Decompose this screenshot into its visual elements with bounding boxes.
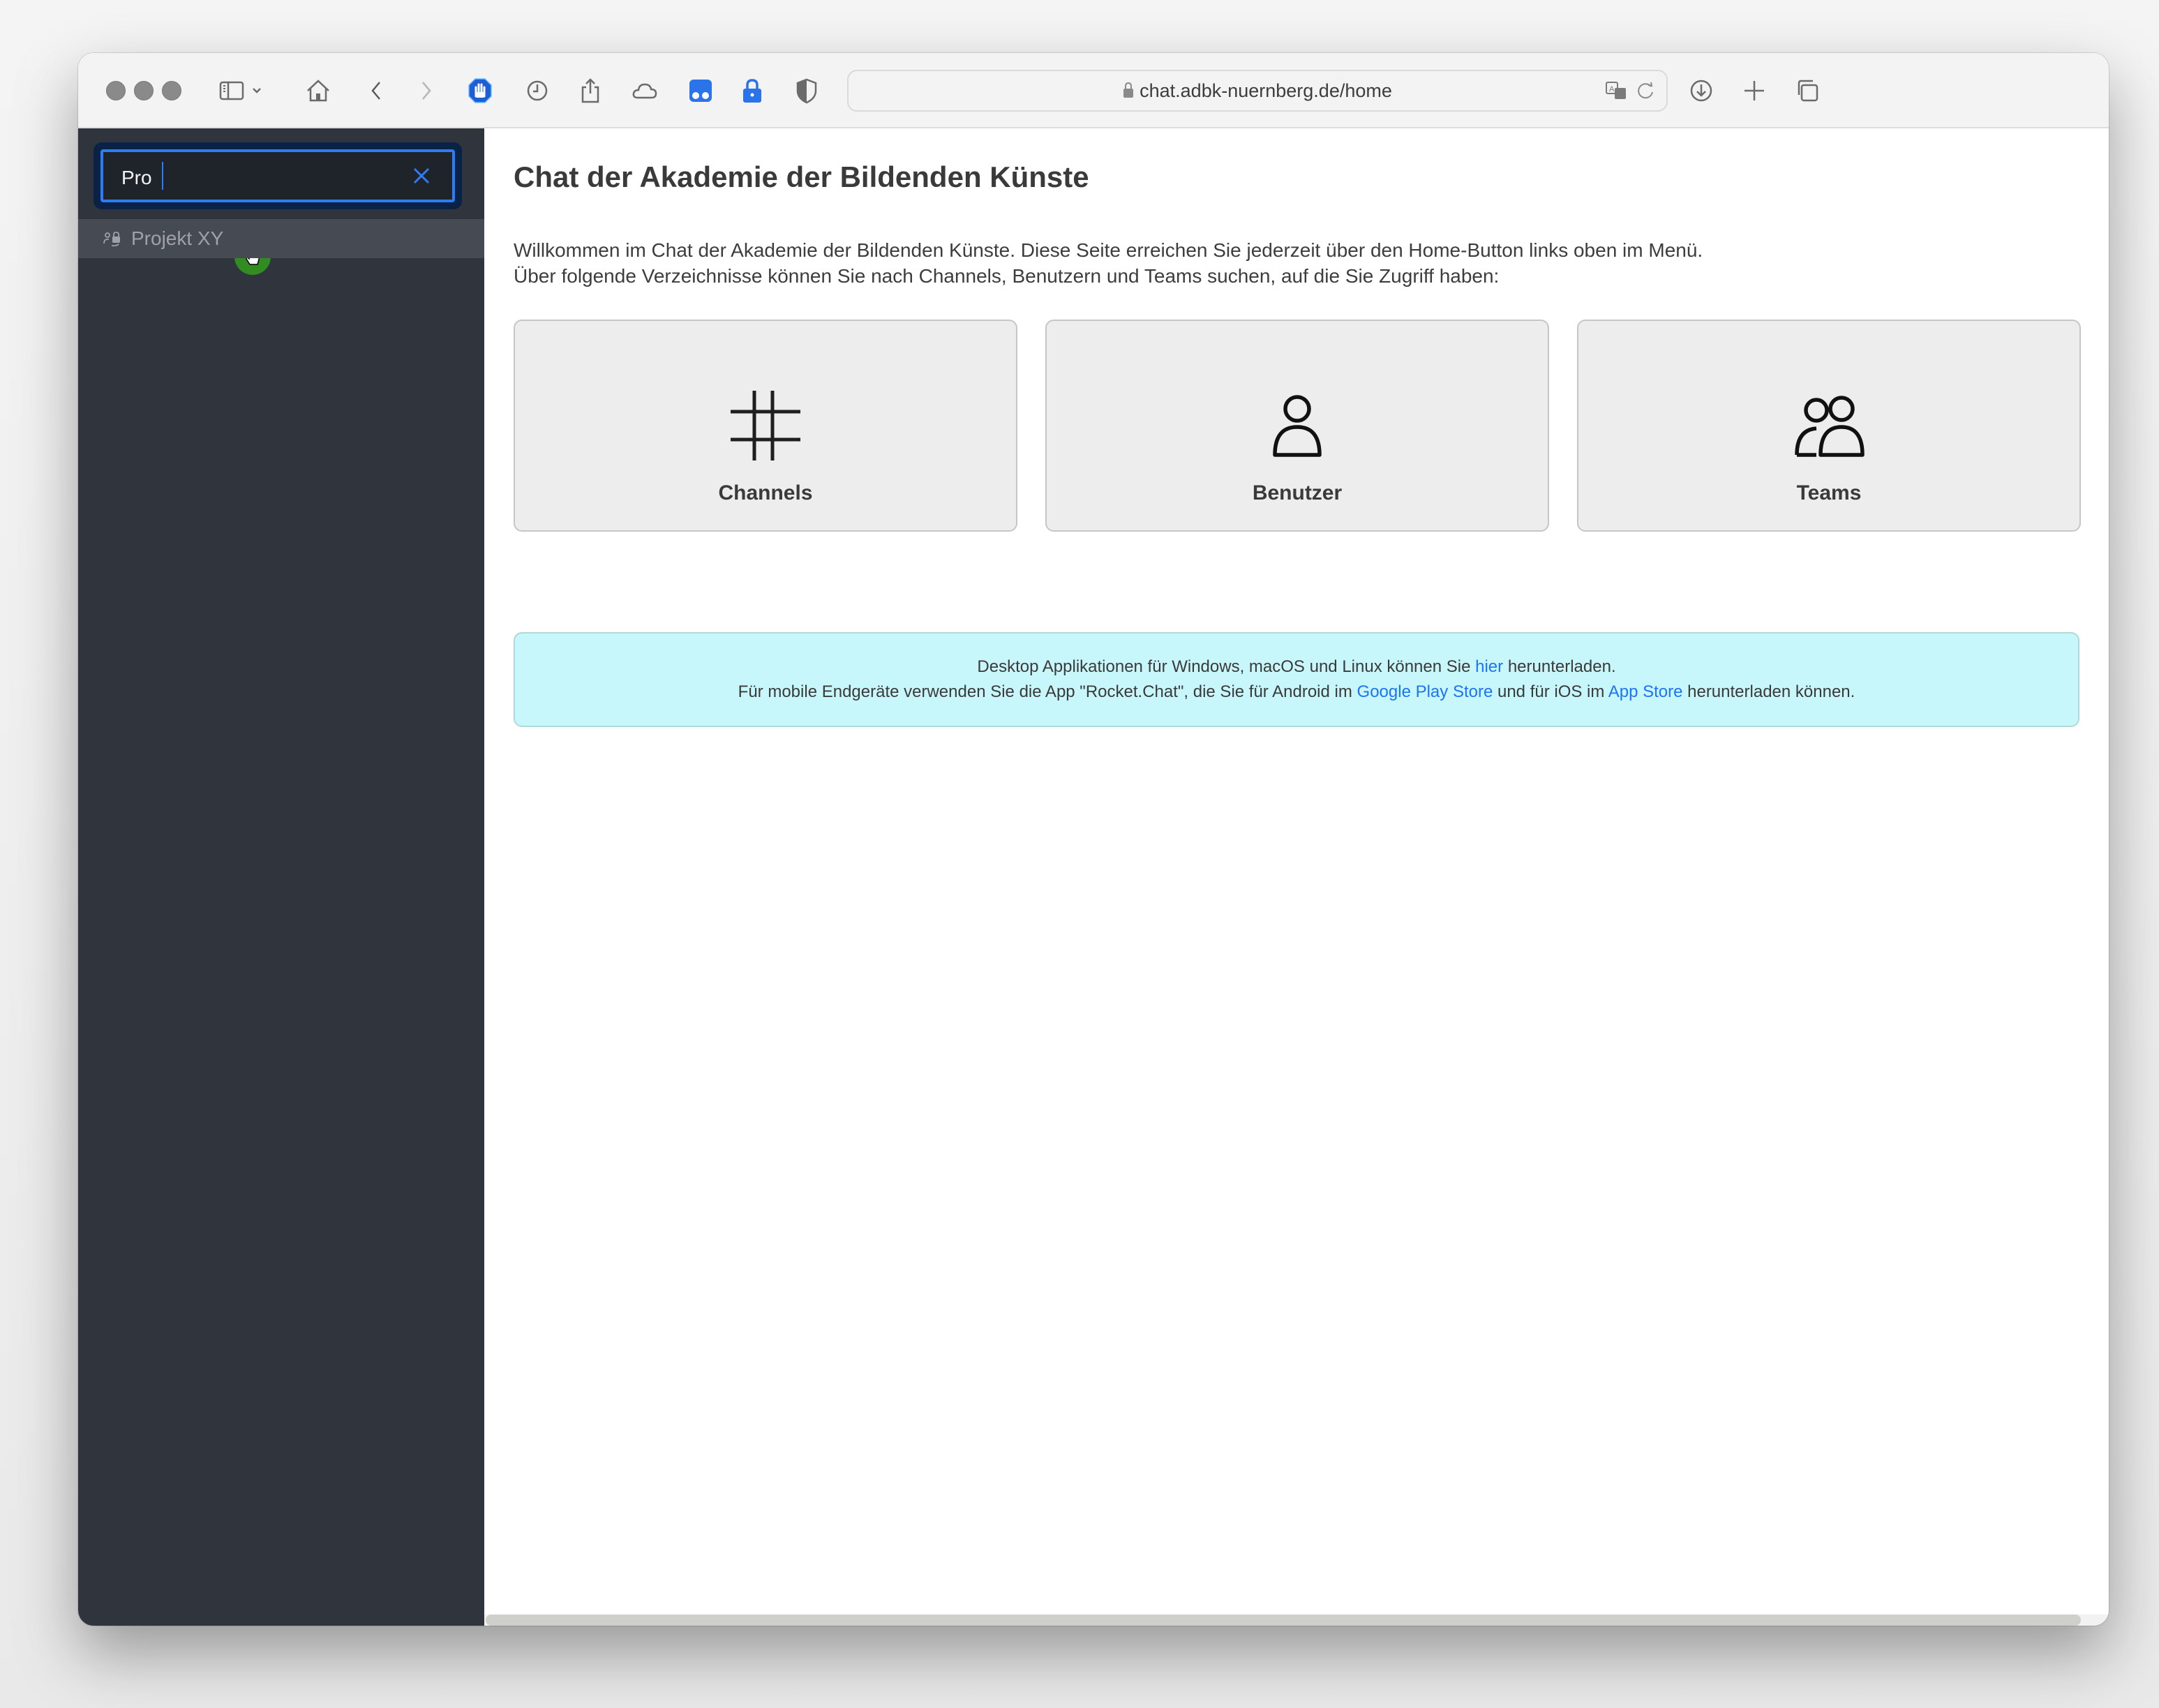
team-private-icon (102, 228, 123, 249)
translate-icon[interactable]: A (1602, 77, 1630, 105)
sidebar-icon[interactable] (215, 74, 248, 107)
search-input[interactable] (121, 166, 387, 190)
search-box[interactable] (100, 149, 455, 202)
intro-text: Willkommen im Chat der Akademie der Bild… (514, 237, 1703, 289)
password-lock-icon[interactable] (735, 74, 769, 107)
browser-toolbar: chat.adbk-nuernberg.de/home A (78, 53, 2109, 128)
intro-line-1: Willkommen im Chat der Akademie der Bild… (514, 239, 1703, 261)
scrollbar-thumb[interactable] (486, 1615, 2081, 1626)
info-text: Desktop Applikationen für Windows, macOS… (977, 657, 1476, 676)
url-text: chat.adbk-nuernberg.de/home (1140, 80, 1392, 101)
forward-icon[interactable] (409, 74, 442, 107)
address-bar[interactable]: chat.adbk-nuernberg.de/home A (847, 70, 1668, 112)
back-icon[interactable] (360, 74, 394, 107)
page-title: Chat der Akademie der Bildenden Künste (514, 160, 1089, 193)
icloud-icon[interactable] (628, 74, 662, 107)
channels-card[interactable]: Channels (514, 320, 1017, 532)
minimize-window-button[interactable] (134, 81, 154, 100)
users-card[interactable]: Benutzer (1045, 320, 1549, 532)
main-content: Chat der Akademie der Bildenden Künste W… (484, 128, 2109, 1626)
directory-cards: Channels Benutzer Teams (514, 320, 2081, 532)
zoom-window-button[interactable] (162, 81, 181, 100)
desktop-download-link[interactable]: hier (1475, 657, 1503, 676)
intro-line-2: Über folgende Verzeichnisse können Sie n… (514, 265, 1500, 287)
reload-icon[interactable] (1631, 77, 1659, 105)
extension-icon[interactable] (684, 74, 717, 107)
clear-search-button[interactable] (408, 162, 435, 190)
close-icon (413, 167, 430, 184)
sidebar: Projekt XY (78, 128, 484, 1626)
history-icon[interactable] (521, 74, 554, 107)
info-text: und für iOS im (1493, 682, 1608, 701)
card-label: Benutzer (1252, 481, 1343, 504)
search-result-label: Projekt XY (131, 227, 224, 249)
team-icon (1795, 396, 1865, 457)
privacy-shield-icon[interactable] (790, 74, 823, 107)
downloads-icon[interactable] (1684, 74, 1718, 107)
home-icon[interactable] (301, 74, 335, 107)
browser-window: chat.adbk-nuernberg.de/home A Pro Projek… (78, 53, 2109, 1626)
lock-icon (1123, 82, 1134, 103)
hashtag-icon (731, 391, 800, 460)
tab-overview-icon[interactable] (1791, 74, 1824, 107)
info-text: herunterladen. (1503, 657, 1616, 676)
app-store-link[interactable]: App Store (1608, 682, 1683, 701)
search-focus-ring (94, 142, 462, 275)
card-label: Channels (718, 481, 813, 504)
text-caret (162, 162, 163, 190)
share-icon[interactable] (574, 74, 607, 107)
mobile-apps-text: Für mobile Endgeräte verwenden Sie die A… (515, 682, 2078, 702)
download-info-box: Desktop Applikationen für Windows, macOS… (514, 632, 2079, 727)
chevron-down-icon[interactable] (248, 74, 265, 107)
desktop-apps-text: Desktop Applikationen für Windows, macOS… (515, 657, 2078, 677)
info-text: herunterladen können. (1682, 682, 1855, 701)
svg-text:A: A (1609, 85, 1615, 93)
horizontal-scrollbar[interactable] (484, 1615, 2109, 1626)
card-label: Teams (1796, 481, 1862, 504)
teams-card[interactable]: Teams (1577, 320, 2081, 532)
search-result-projekt-xy[interactable]: Projekt XY (78, 219, 484, 258)
new-tab-icon[interactable] (1738, 74, 1771, 107)
user-icon (1273, 395, 1322, 457)
google-play-link[interactable]: Google Play Store (1357, 682, 1493, 701)
stop-hand-extension-icon[interactable] (463, 74, 497, 107)
info-text: Für mobile Endgeräte verwenden Sie die A… (738, 682, 1357, 701)
close-window-button[interactable] (106, 81, 126, 100)
